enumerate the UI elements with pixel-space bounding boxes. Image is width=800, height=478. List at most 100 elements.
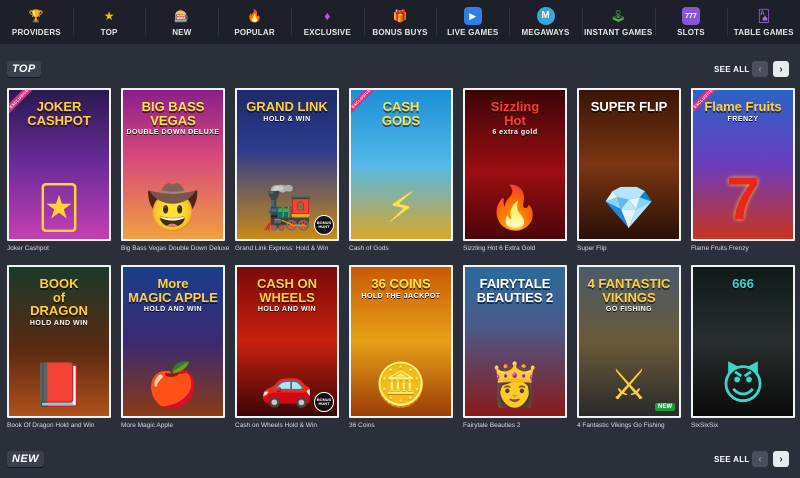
- bonus-hunt-badge: BONUS HUNT: [314, 215, 334, 235]
- game-tile[interactable]: BOOK of DRAGON HOLD AND WIN 📕 Book Of Drago…: [7, 265, 111, 429]
- joystick-icon: 🕹: [610, 9, 626, 23]
- game-thumbnail[interactable]: GRAND LINK HOLD & WIN 🚂 BONUS HUNT: [235, 88, 339, 241]
- game-artwork: 🚂: [260, 184, 314, 231]
- game-name[interactable]: Cash of Gods: [349, 245, 459, 252]
- game-artwork: 🃏: [37, 184, 81, 231]
- game-art-title: Flame Fruits: [704, 99, 782, 114]
- section-title-top: TOP: [7, 61, 41, 77]
- game-art-title: 36 COINS: [371, 276, 431, 291]
- game-thumbnail[interactable]: 666 😈: [691, 265, 795, 418]
- game-art-subtitle: GO FISHING: [605, 306, 653, 314]
- game-tile[interactable]: 4 FANTASTIC VIKINGS GO FISHING ⚔ NEW 4 Fanta…: [577, 265, 681, 429]
- game-tile[interactable]: SUPER FLIP 💎 Super Flip: [577, 88, 681, 252]
- nav-item-popular[interactable]: 🔥 POPULAR: [218, 0, 291, 44]
- game-tile[interactable]: BIG BASS VEGAS DOUBLE DOWN DELUXE 🤠 Big Bas…: [121, 88, 229, 252]
- game-artwork: 7: [726, 165, 760, 232]
- game-thumbnail[interactable]: BOOK of DRAGON HOLD AND WIN 📕: [7, 265, 111, 418]
- game-name[interactable]: SixSixSix: [691, 422, 800, 429]
- nav-label: INSTANT GAMES: [584, 28, 653, 37]
- game-artwork: 🤠: [146, 184, 200, 231]
- game-thumbnail[interactable]: Sizzling Hot 6 extra gold 🔥: [463, 88, 567, 241]
- game-art-subtitle: DOUBLE DOWN DELUXE: [126, 129, 220, 137]
- gift-icon: 🎁: [392, 9, 408, 23]
- new-game-icon: 🎰: [174, 9, 190, 23]
- top-prev-button[interactable]: ‹: [752, 61, 768, 77]
- nav-label: NEW: [172, 28, 192, 37]
- game-name[interactable]: 4 Fantastic Vikings Go Fishing: [577, 422, 687, 429]
- nav-item-table-games[interactable]: 🂡 TABLE GAMES: [727, 0, 800, 44]
- game-thumbnail[interactable]: 4 FANTASTIC VIKINGS GO FISHING ⚔ NEW: [577, 265, 681, 418]
- nav-item-instant-games[interactable]: 🕹 INSTANT GAMES: [581, 0, 655, 44]
- game-art-title: SUPER FLIP: [590, 99, 668, 114]
- chevron-right-icon: ›: [779, 63, 783, 75]
- see-all-new-link[interactable]: SEE ALL: [714, 455, 750, 464]
- game-name[interactable]: Cash on Wheels Hold & Win: [235, 422, 345, 429]
- game-thumbnail[interactable]: BIG BASS VEGAS DOUBLE DOWN DELUXE 🤠: [121, 88, 225, 241]
- game-art-subtitle: HOLD & WIN: [263, 115, 311, 123]
- new-prev-button[interactable]: ‹: [752, 451, 768, 467]
- game-artwork: 🔥: [488, 184, 542, 231]
- nav-item-megaways[interactable]: M MEGAWAYS: [509, 0, 582, 44]
- bonus-hunt-badge: BONUS HUNT: [314, 392, 334, 412]
- game-name[interactable]: Flame Fruits Frenzy: [691, 245, 800, 252]
- nav-label: PROVIDERS: [11, 28, 61, 37]
- game-name[interactable]: 36 Coins: [349, 422, 459, 429]
- nav-item-bonus-buys[interactable]: 🎁 BONUS BUYS: [363, 0, 437, 44]
- trophy-icon: 🏆: [28, 9, 44, 23]
- game-tile[interactable]: Sizzling Hot 6 extra gold 🔥 Sizzling Hot 6 …: [463, 88, 567, 252]
- nav-item-live-games[interactable]: ▶ LIVE GAMES: [436, 0, 509, 44]
- game-thumbnail[interactable]: FAIRYTALE BEAUTIES 2 👸: [463, 265, 567, 418]
- game-tile[interactable]: 666 😈 SixSixSix: [691, 265, 795, 429]
- game-tile[interactable]: Flame Fruits FRENZY 7 EXCLUSIVE Flame Fruits…: [691, 88, 795, 252]
- game-thumbnail[interactable]: 36 COINS HOLD THE JACKPOT 🪙: [349, 265, 453, 418]
- game-thumbnail[interactable]: CASH GODS ⚡ EXCLUSIVE: [349, 88, 453, 241]
- see-all-top-link[interactable]: SEE ALL: [714, 65, 750, 74]
- game-art-title: GRAND LINK: [246, 99, 328, 114]
- game-artwork: 📕: [32, 361, 86, 408]
- nav-item-top[interactable]: ★ TOP: [72, 0, 146, 44]
- nav-item-providers[interactable]: 🏆 PROVIDERS: [0, 0, 73, 44]
- game-tile[interactable]: CASH GODS ⚡ EXCLUSIVE Cash of Gods: [349, 88, 453, 252]
- game-tile[interactable]: GRAND LINK HOLD & WIN 🚂 BONUS HUNT Grand Lin…: [235, 88, 339, 252]
- game-thumbnail[interactable]: More MAGIC APPLE HOLD AND WIN 🍎: [121, 265, 225, 418]
- category-nav: 🏆 PROVIDERS ★ TOP 🎰 NEW 🔥 POPULAR ♦ EXCLUSIVE 🎁 BON…: [0, 0, 800, 44]
- game-art-title: Sizzling Hot: [490, 99, 540, 128]
- game-name[interactable]: Big Bass Vegas Double Down Deluxe: [121, 245, 231, 252]
- game-tile[interactable]: More MAGIC APPLE HOLD AND WIN 🍎 More Magic …: [121, 265, 225, 429]
- game-tile[interactable]: JOKER CASHPOT 🃏 EXCLUSIVE Joker Cashpot: [7, 88, 111, 252]
- game-art-title: JOKER CASHPOT: [27, 99, 91, 128]
- game-name[interactable]: Sizzling Hot 6 Extra Gold: [463, 245, 573, 252]
- game-name[interactable]: Book Of Dragon Hold and Win: [7, 422, 117, 429]
- game-thumbnail[interactable]: Flame Fruits FRENZY 7 EXCLUSIVE: [691, 88, 795, 241]
- game-name[interactable]: Grand Link Express: Hold & Win: [235, 245, 345, 252]
- cards-icon: 🂡: [757, 9, 770, 23]
- exclusive-ribbon: EXCLUSIVE: [351, 90, 381, 118]
- game-tile[interactable]: 36 COINS HOLD THE JACKPOT 🪙 36 Coins: [349, 265, 453, 429]
- game-tile[interactable]: CASH ON WHEELS HOLD AND WIN 🚗 BONUS HUNT Cas…: [235, 265, 339, 429]
- top-games-row-1: JOKER CASHPOT 🃏 EXCLUSIVE Joker Cashpot BIG …: [7, 88, 795, 252]
- game-artwork: 🚗: [260, 361, 314, 408]
- game-name[interactable]: More Magic Apple: [121, 422, 231, 429]
- game-artwork: 🪙: [374, 361, 428, 408]
- top-next-button[interactable]: ›: [773, 61, 789, 77]
- game-thumbnail[interactable]: SUPER FLIP 💎: [577, 88, 681, 241]
- new-next-button[interactable]: ›: [773, 451, 789, 467]
- game-tile[interactable]: FAIRYTALE BEAUTIES 2 👸 Fairytale Beauties …: [463, 265, 567, 429]
- game-art-subtitle: HOLD AND WIN: [257, 306, 317, 314]
- game-name[interactable]: Joker Cashpot: [7, 245, 117, 252]
- game-artwork: ⚔: [610, 361, 648, 408]
- nav-item-new[interactable]: 🎰 NEW: [145, 0, 218, 44]
- nav-label: POPULAR: [234, 28, 275, 37]
- game-name[interactable]: Super Flip: [577, 245, 687, 252]
- game-name[interactable]: Fairytale Beauties 2: [463, 422, 573, 429]
- new-badge: NEW: [655, 403, 675, 411]
- section-title-new: NEW: [7, 451, 44, 467]
- game-artwork: ⚡: [386, 184, 416, 231]
- game-art-title: CASH ON WHEELS: [257, 276, 317, 305]
- game-thumbnail[interactable]: CASH ON WHEELS HOLD AND WIN 🚗 BONUS HUNT: [235, 265, 339, 418]
- game-art-subtitle: HOLD THE JACKPOT: [361, 292, 441, 300]
- nav-item-exclusive[interactable]: ♦ EXCLUSIVE: [290, 0, 364, 44]
- game-thumbnail[interactable]: JOKER CASHPOT 🃏 EXCLUSIVE: [7, 88, 111, 241]
- megaways-icon: M: [536, 7, 555, 25]
- nav-item-slots[interactable]: 777 SLOTS: [654, 0, 728, 44]
